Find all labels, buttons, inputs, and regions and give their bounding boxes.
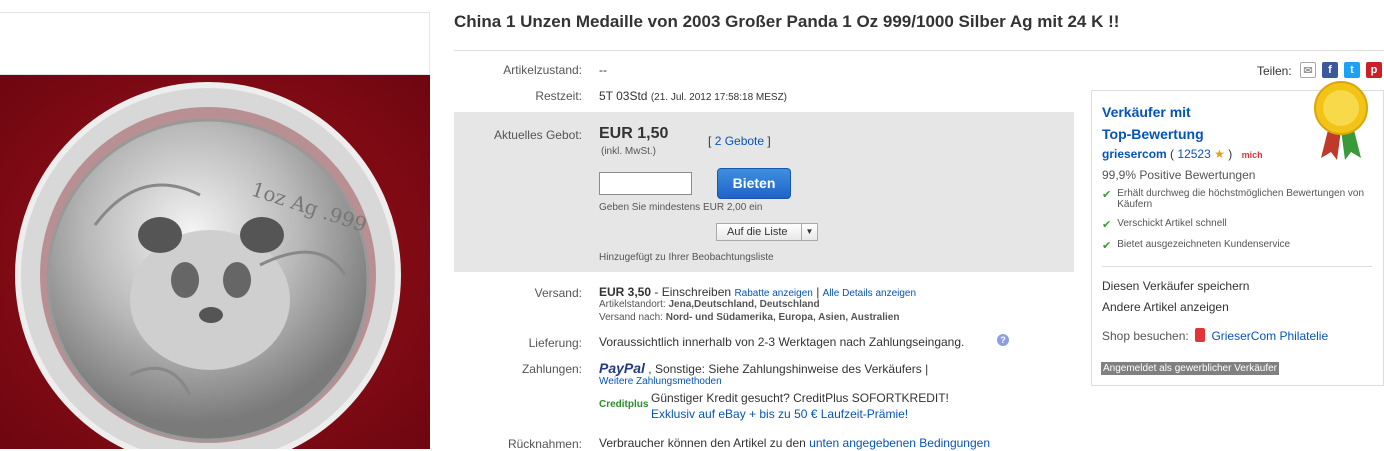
positive-feedback: 99,9% Positive Bewertungen	[1102, 168, 1256, 182]
payment-label: Zahlungen:	[521, 362, 582, 376]
top-rated-line2: Top-Bewertung	[1102, 126, 1204, 142]
remaining-value: 5T 03Std	[599, 89, 648, 103]
remaining-time: 5T 03Std (21. Jul. 2012 17:58:18 MESZ)	[599, 89, 787, 103]
credit-line1: Günstiger Kredit gesucht? CreditPlus SOF…	[651, 391, 949, 405]
gallery-top-panel	[0, 12, 430, 75]
payment-other: , Sonstige: Siehe Zahlungshinweise des V…	[648, 362, 929, 376]
perk-text: Bietet ausgezeichneten Kundenservice	[1117, 239, 1291, 250]
bid-button[interactable]: Bieten	[717, 168, 791, 199]
item-location: Artikelstandort: Jena,Deutschland, Deuts…	[599, 299, 820, 310]
more-payment-link[interactable]: Weitere Zahlungsmethoden	[599, 376, 722, 387]
shipping-price: EUR 3,50	[599, 285, 652, 299]
perk-item: ✔ Erhält durchweg die höchstmöglichen Be…	[1102, 188, 1372, 210]
top-rated-line1: Verkäufer mit	[1102, 104, 1191, 120]
share-label: Teilen:	[1257, 64, 1292, 78]
item-title: China 1 Unzen Medaille von 2003 Großer P…	[454, 12, 1120, 31]
returns-link[interactable]: unten angegebenen Bedingungen	[809, 436, 990, 450]
bid-history-link[interactable]: 2 Gebote	[715, 134, 764, 148]
check-icon: ✔	[1102, 219, 1112, 231]
discounts-link[interactable]: Rabatte anzeigen	[734, 288, 812, 299]
share-icons: ✉ f t p	[1300, 62, 1382, 78]
perk-text: Erhält durchweg die höchstmöglichen Bewe…	[1117, 188, 1365, 210]
ships-to-label: Versand nach:	[599, 312, 663, 323]
vat-note: (inkl. MwSt.)	[601, 146, 656, 157]
seller-name-link[interactable]: griesercom	[1102, 147, 1167, 161]
facebook-icon[interactable]: f	[1322, 62, 1338, 78]
watch-button-label: Auf die Liste	[727, 226, 788, 238]
other-items-link[interactable]: Andere Artikel anzeigen	[1102, 300, 1229, 314]
bid-label: Aktuelles Gebot:	[493, 128, 582, 142]
top-rated-heading[interactable]: Verkäufer mit Top-Bewertung	[1102, 101, 1204, 145]
feedback-score-link[interactable]: 12523	[1177, 147, 1210, 161]
current-price: EUR 1,50	[599, 125, 669, 142]
email-icon[interactable]: ✉	[1300, 62, 1316, 78]
watch-button[interactable]: Auf die Liste ▼	[716, 223, 818, 241]
seller-perks: ✔ Erhält durchweg die höchstmöglichen Be…	[1102, 188, 1372, 252]
shop-icon	[1195, 328, 1206, 342]
check-icon: ✔	[1102, 240, 1112, 252]
item-image[interactable]: 1oz Ag .999	[0, 75, 430, 449]
ships-to: Versand nach: Nord- und Südamerika, Euro…	[599, 312, 899, 323]
returns-line: Verbraucher können den Artikel zu den un…	[599, 436, 990, 450]
top-rated-badge-icon	[1314, 81, 1368, 160]
score-close: )	[1228, 147, 1233, 161]
chevron-down-icon[interactable]: ▼	[801, 224, 817, 240]
seller-info: griesercom ( 12523 ★ ) mich	[1102, 147, 1263, 161]
twitter-icon[interactable]: t	[1344, 62, 1360, 78]
title-divider	[454, 50, 1384, 51]
shipping-details-link[interactable]: Alle Details anzeigen	[823, 288, 916, 299]
shop-label: Shop besuchen:	[1102, 329, 1189, 343]
delivery-value: Voraussichtlich innerhalb von 2-3 Werkta…	[599, 335, 965, 349]
remaining-label: Restzeit:	[535, 89, 582, 103]
end-time: (21. Jul. 2012 17:58:18 MESZ)	[650, 92, 788, 103]
shipping-method: - Einschreiben	[654, 285, 732, 299]
credit-line2[interactable]: Exklusiv auf eBay + bis zu 50 € Laufzeit…	[651, 407, 908, 421]
returns-value: Verbraucher können den Artikel zu den	[599, 436, 806, 450]
paypal-logo: PayPal	[599, 360, 645, 376]
bid-count: [ 2 Gebote ]	[708, 134, 771, 148]
bracket-open: [	[708, 134, 712, 148]
condition-value: --	[599, 63, 607, 77]
bracket-close: ]	[767, 134, 771, 148]
payment-line: PayPal , Sonstige: Siehe Zahlungshinweis…	[599, 360, 928, 376]
shipping-label: Versand:	[534, 286, 582, 300]
business-seller-note: Angemeldet als gewerblicher Verkäufer	[1101, 362, 1279, 375]
save-seller-link[interactable]: Diesen Verkäufer speichern	[1102, 279, 1249, 293]
help-icon[interactable]: ?	[997, 334, 1009, 346]
shop-link[interactable]: GrieserCom Philatelie	[1211, 329, 1328, 343]
shipping-line: EUR 3,50 - Einschreiben Rabatte anzeigen…	[599, 285, 916, 299]
location-value: Jena,Deutschland, Deutschland	[668, 299, 820, 310]
me-badge: mich	[1241, 150, 1263, 160]
bid-amount-input[interactable]	[599, 172, 692, 195]
min-bid-hint: Geben Sie mindestens EUR 2,00 ein	[599, 202, 763, 213]
location-label: Artikelstandort:	[599, 299, 666, 310]
delivery-label: Lieferung:	[528, 336, 582, 350]
seller-divider	[1102, 266, 1372, 267]
coin-image: 1oz Ag .999	[0, 75, 430, 449]
shop-visit: Shop besuchen: GrieserCom Philatelie	[1102, 328, 1328, 343]
check-icon: ✔	[1102, 189, 1112, 201]
shipping-sep: |	[816, 285, 820, 299]
star-icon: ★	[1214, 147, 1225, 161]
pinterest-icon[interactable]: p	[1366, 62, 1382, 78]
perk-text: Verschickt Artikel schnell	[1117, 218, 1227, 229]
perk-item: ✔ Bietet ausgezeichneten Kundenservice	[1102, 239, 1372, 252]
watch-added-note: Hinzugefügt zu Ihrer Beobachtungsliste	[599, 252, 774, 263]
condition-label: Artikelzustand:	[503, 63, 582, 77]
perk-item: ✔ Verschickt Artikel schnell	[1102, 218, 1372, 231]
ships-to-value: Nord- und Südamerika, Europa, Asien, Aus…	[665, 312, 900, 323]
creditplus-logo: Creditplus	[599, 399, 649, 410]
